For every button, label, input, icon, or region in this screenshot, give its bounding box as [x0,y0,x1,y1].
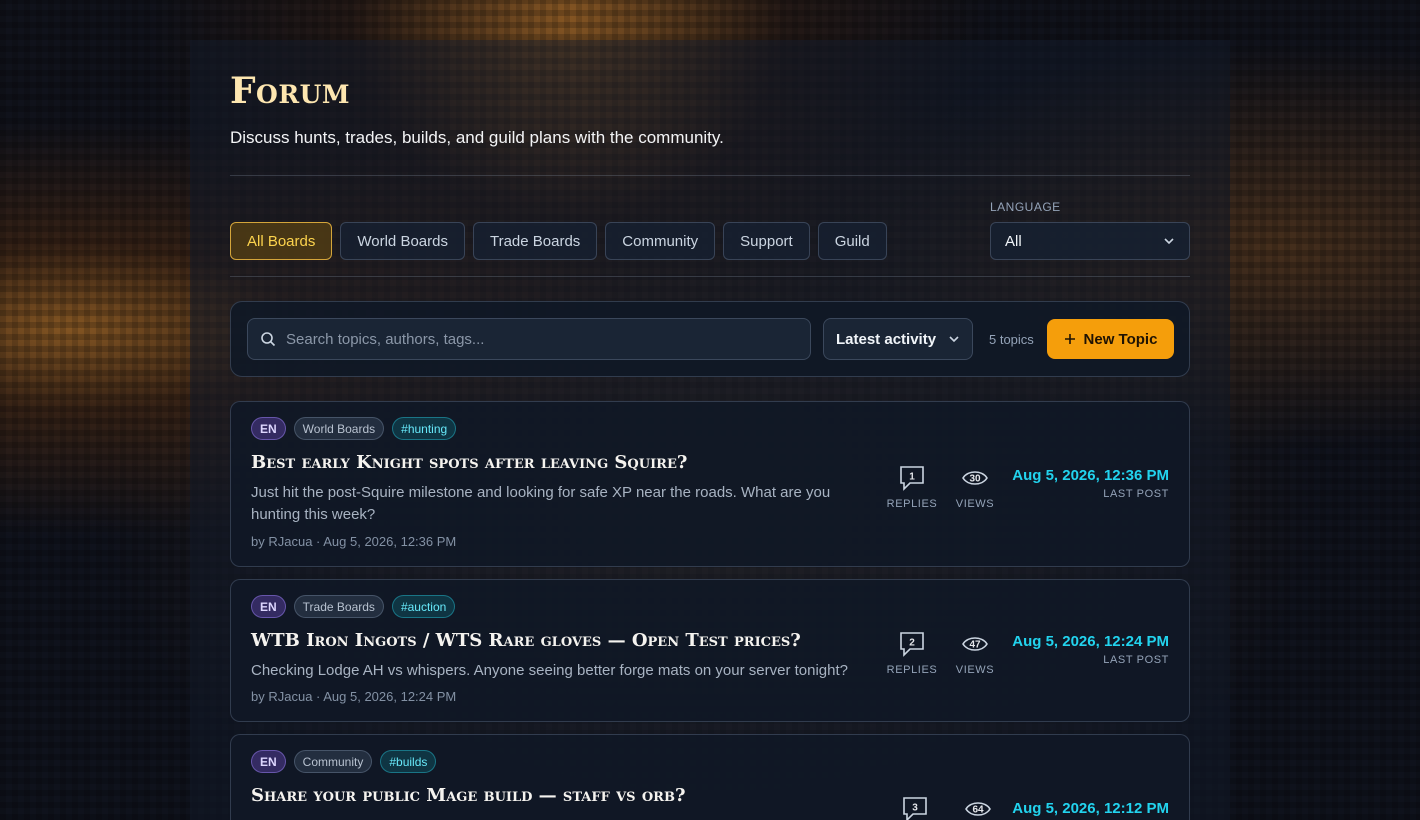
views-count: 47 [969,640,981,651]
search-input[interactable] [286,330,786,348]
topic-title[interactable]: Best early Knight spots after leaving Sq… [251,452,687,473]
tab-world-boards[interactable]: World Boards [340,222,465,260]
chevron-down-icon [949,336,959,343]
topic-count: 5 topics [989,332,1034,347]
hashtag-badge[interactable]: #hunting [392,417,457,440]
search-icon [261,332,276,347]
header-divider [230,175,1190,176]
last-post: Aug 5, 2026, 12:24 PM LAST POST [1012,633,1169,666]
topic-tags: EN Trade Boards #auction [251,595,456,618]
language-badge: EN [251,417,286,440]
replies-count: 1 [909,472,915,483]
board-badge[interactable]: World Boards [293,417,385,440]
topic-tags: EN World Boards #hunting [251,417,457,440]
last-post: Aug 5, 2026, 12:36 PM LAST POST [1012,467,1169,500]
eye-icon: 47 [962,637,988,651]
last-post-label: LAST POST [1103,654,1169,666]
views-count: 30 [969,474,981,485]
page-subtitle: Discuss hunts, trades, builds, and guild… [230,128,724,147]
board-badge[interactable]: Trade Boards [293,595,384,618]
topic-excerpt: Just hit the post-Squire milestone and l… [251,484,831,523]
replies-stat: 1 REPLIES [882,464,942,510]
eye-icon: 30 [962,471,988,485]
tab-community[interactable]: Community [605,222,716,260]
chat-bubble-icon: 2 [900,632,924,657]
last-post: Aug 5, 2026, 12:12 PM [1012,800,1169,817]
views-label: VIEWS [955,498,995,510]
sort-value: Latest activity [836,330,937,348]
new-topic-label: New Topic [1083,330,1158,348]
language-value: All [1005,232,1022,250]
topic-card[interactable]: EN Trade Boards #auction WTB Iron Ingots… [230,579,1190,722]
topic-title[interactable]: WTB Iron Ingots / WTS Rare gloves — Open… [251,630,801,651]
tab-support[interactable]: Support [723,222,810,260]
last-post-date[interactable]: Aug 5, 2026, 12:12 PM [1012,800,1169,817]
replies-count: 2 [909,638,915,649]
eye-icon: 64 [965,802,991,816]
last-post-date[interactable]: Aug 5, 2026, 12:36 PM [1012,467,1169,484]
chat-bubble-icon: 3 [903,797,927,820]
topic-title[interactable]: Share your public Mage build — staff vs … [251,785,686,806]
replies-stat: 2 REPLIES [882,630,942,676]
topic-toolbar: Latest activity 5 topics New Topic [230,301,1190,377]
replies-stat: 3 [885,795,945,820]
replies-label: REPLIES [886,498,938,510]
chevron-down-icon [1164,238,1174,245]
tab-guild[interactable]: Guild [817,222,887,260]
plus-icon [1064,334,1075,344]
hashtag-badge[interactable]: #builds [380,750,437,773]
tabs-divider [230,276,1190,277]
last-post-date[interactable]: Aug 5, 2026, 12:24 PM [1012,633,1169,650]
replies-label: REPLIES [886,664,938,676]
language-badge: EN [251,750,286,773]
board-tabs: All Boards World Boards Trade Boards Com… [230,222,887,260]
page-title: Forum [230,70,351,112]
search-box[interactable] [247,318,811,360]
tab-all-boards[interactable]: All Boards [230,222,333,260]
replies-count: 3 [912,803,918,814]
sort-select[interactable]: Latest activity [823,318,973,360]
topic-meta: by RJacua · Aug 5, 2026, 12:24 PM [251,689,457,704]
views-stat: 47 VIEWS [945,630,1005,676]
views-count: 64 [972,805,984,816]
language-label: LANGUAGE [990,200,1061,214]
language-badge: EN [251,595,286,618]
language-select[interactable]: All [990,222,1190,260]
topic-meta: by RJacua · Aug 5, 2026, 12:36 PM [251,534,457,549]
topic-tags: EN Community #builds [251,750,437,773]
topic-card[interactable]: EN World Boards #hunting Best early Knig… [230,401,1190,567]
new-topic-button[interactable]: New Topic [1047,319,1174,359]
chat-bubble-icon: 1 [900,466,924,491]
views-label: VIEWS [955,664,995,676]
views-stat: 64 [948,795,1008,820]
board-badge[interactable]: Community [293,750,373,773]
last-post-label: LAST POST [1103,488,1169,500]
topic-card[interactable]: EN Community #builds Share your public M… [230,734,1190,820]
hashtag-badge[interactable]: #auction [391,595,456,618]
views-stat: 30 VIEWS [945,464,1005,510]
tab-trade-boards[interactable]: Trade Boards [472,222,598,260]
topic-excerpt: Checking Lodge AH vs whispers. Anyone se… [251,662,849,679]
